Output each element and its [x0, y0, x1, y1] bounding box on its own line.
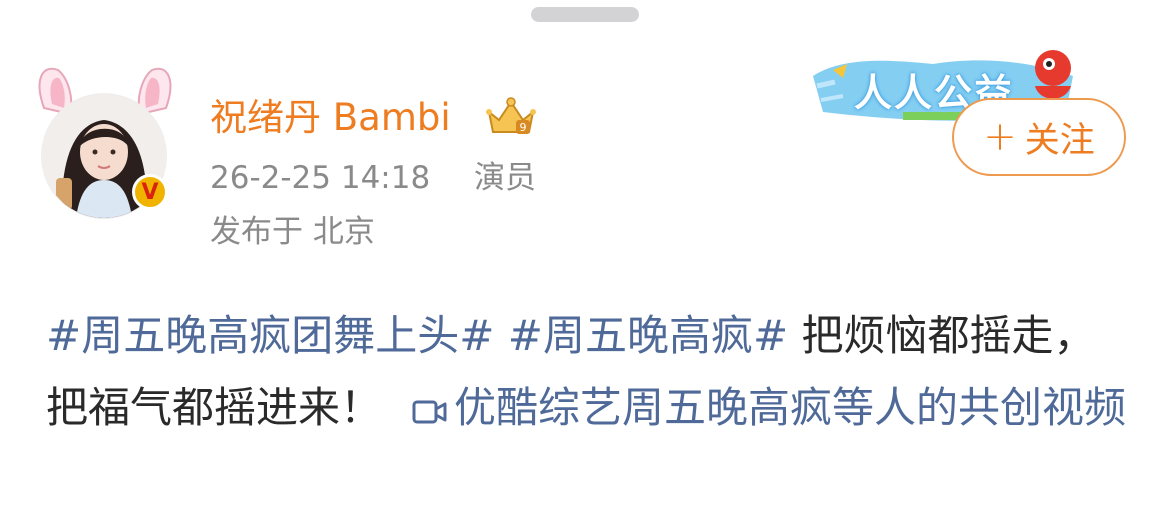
plus-icon: + [983, 114, 1017, 160]
crown-level-icon: 9 [486, 97, 536, 134]
video-icon [412, 400, 447, 424]
post-location: 发布于 北京 [210, 214, 375, 250]
follow-button[interactable]: + 关注 [952, 98, 1126, 176]
hashtag-link[interactable]: #周五晚高疯团舞上头# [46, 311, 494, 360]
avatar-block[interactable]: V [30, 60, 180, 220]
video-link[interactable]: 优酷综艺周五晚高疯等人的共创视频 [454, 383, 1126, 432]
hashtag-link[interactable]: #周五晚高疯# [508, 311, 788, 360]
sheet-drag-handle[interactable] [531, 7, 639, 22]
verified-badge: V [132, 174, 168, 210]
username[interactable]: 祝绪丹 Bambi [210, 94, 451, 142]
post-body: #周五晚高疯团舞上头# #周五晚高疯# 把烦恼都摇走，把福气都摇进来！ 优酷综艺周… [46, 300, 1136, 444]
follow-button-label: 关注 [1024, 120, 1095, 161]
svg-text:9: 9 [520, 121, 527, 134]
post-time: 26-2-25 14:18 [210, 160, 431, 196]
user-role: 演员 [474, 160, 536, 196]
